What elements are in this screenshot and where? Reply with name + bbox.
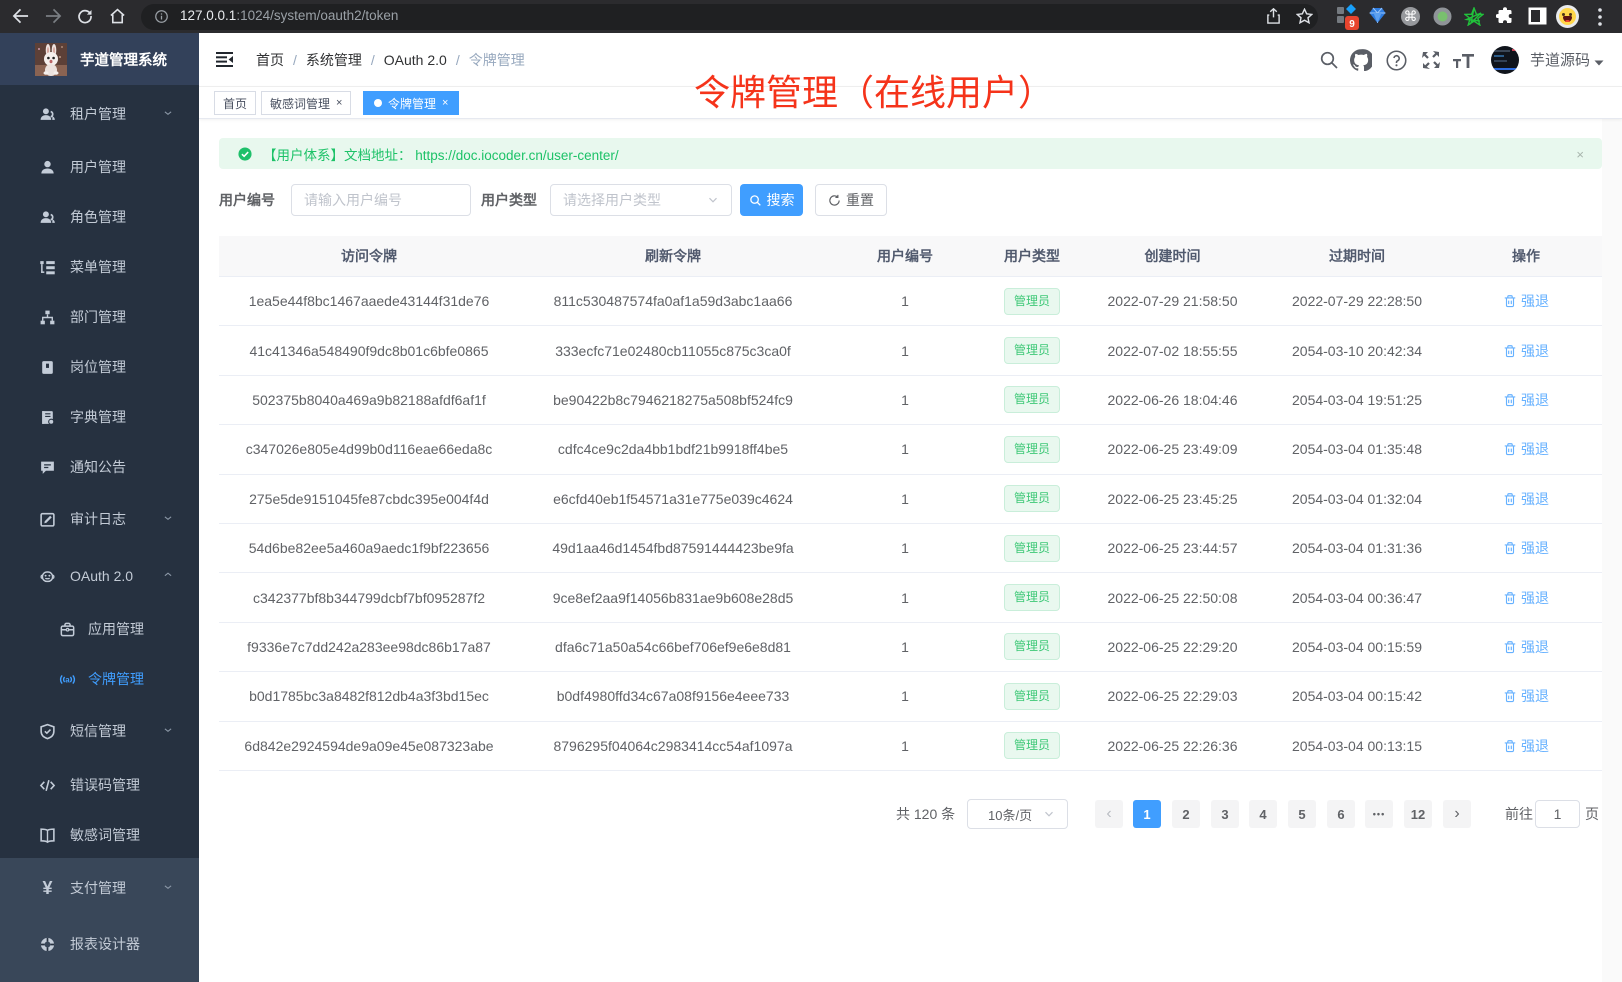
svg-text:9: 9 (1349, 19, 1355, 30)
svg-text:a: a (65, 675, 70, 684)
